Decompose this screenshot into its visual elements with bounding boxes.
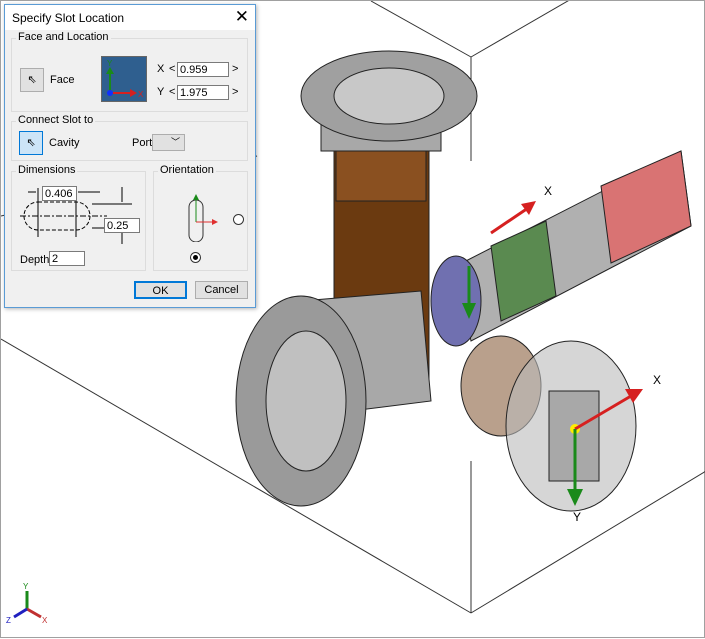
y-decrement-button[interactable]: < <box>169 86 175 98</box>
axis-triad-icon: Y X Z <box>6 582 48 625</box>
face-pick-button[interactable]: ⇖ <box>20 68 44 92</box>
chevron-down-icon: ﹀ <box>170 137 180 147</box>
face-preview: YX <box>101 56 147 102</box>
title-bar[interactable]: Specify Slot Location ✕ <box>5 5 255 30</box>
ok-button[interactable]: OK <box>134 281 187 299</box>
connect-slot-group: Connect Slot to ⇖ Cavity Port ﹀ <box>11 114 248 161</box>
x-decrement-button[interactable]: < <box>169 63 175 75</box>
group-label: Connect Slot to <box>16 114 96 126</box>
svg-text:Y: Y <box>23 582 29 591</box>
group-label: Face and Location <box>16 31 111 43</box>
group-label: Orientation <box>158 164 216 176</box>
x-increment-button[interactable]: > <box>232 63 238 75</box>
svg-text:Z: Z <box>6 616 11 625</box>
face-location-group: Face and Location ⇖ Face YX X < 0.959 > … <box>11 31 248 112</box>
orientation-diagram <box>188 194 218 242</box>
y-label: Y <box>157 86 165 98</box>
cancel-button[interactable]: Cancel <box>195 281 248 299</box>
port2-y-label: Y <box>573 510 581 524</box>
depth-input[interactable]: 2 <box>49 251 85 266</box>
cavity-pick-button[interactable]: ⇖ <box>19 131 43 155</box>
dialog-title: Specify Slot Location <box>12 11 125 25</box>
port-dropdown[interactable]: ﹀ <box>152 134 185 151</box>
orientation-group: Orientation <box>153 164 248 271</box>
port1-x-label: X <box>544 184 552 198</box>
svg-text:Y: Y <box>107 59 113 68</box>
cursor-icon: ⇖ <box>26 137 36 149</box>
face-label: Face <box>50 74 75 86</box>
slot-height-input[interactable]: 0.25 <box>104 218 140 233</box>
x-label: X <box>157 63 165 75</box>
x-input[interactable]: 0.959 <box>177 62 229 77</box>
specify-slot-location-dialog: Specify Slot Location ✕ Face and Locatio… <box>4 4 256 308</box>
y-input[interactable]: 1.975 <box>177 85 229 100</box>
svg-text:X: X <box>138 90 144 99</box>
cursor-icon: ⇖ <box>27 74 37 86</box>
dimensions-group: Dimensions 0.406 0.25 Depth 2 <box>11 164 146 271</box>
depth-label: Depth <box>20 254 50 266</box>
svg-text:X: X <box>42 616 48 625</box>
orientation-horizontal-radio[interactable] <box>233 214 244 225</box>
orientation-vertical-radio[interactable] <box>190 252 201 263</box>
close-icon[interactable]: ✕ <box>235 7 249 27</box>
cavity-label: Cavity <box>49 137 80 149</box>
port2-x-label: X <box>653 373 661 387</box>
port-label: Port <box>132 137 153 149</box>
slot-width-input[interactable]: 0.406 <box>42 186 77 201</box>
y-increment-button[interactable]: > <box>232 86 238 98</box>
